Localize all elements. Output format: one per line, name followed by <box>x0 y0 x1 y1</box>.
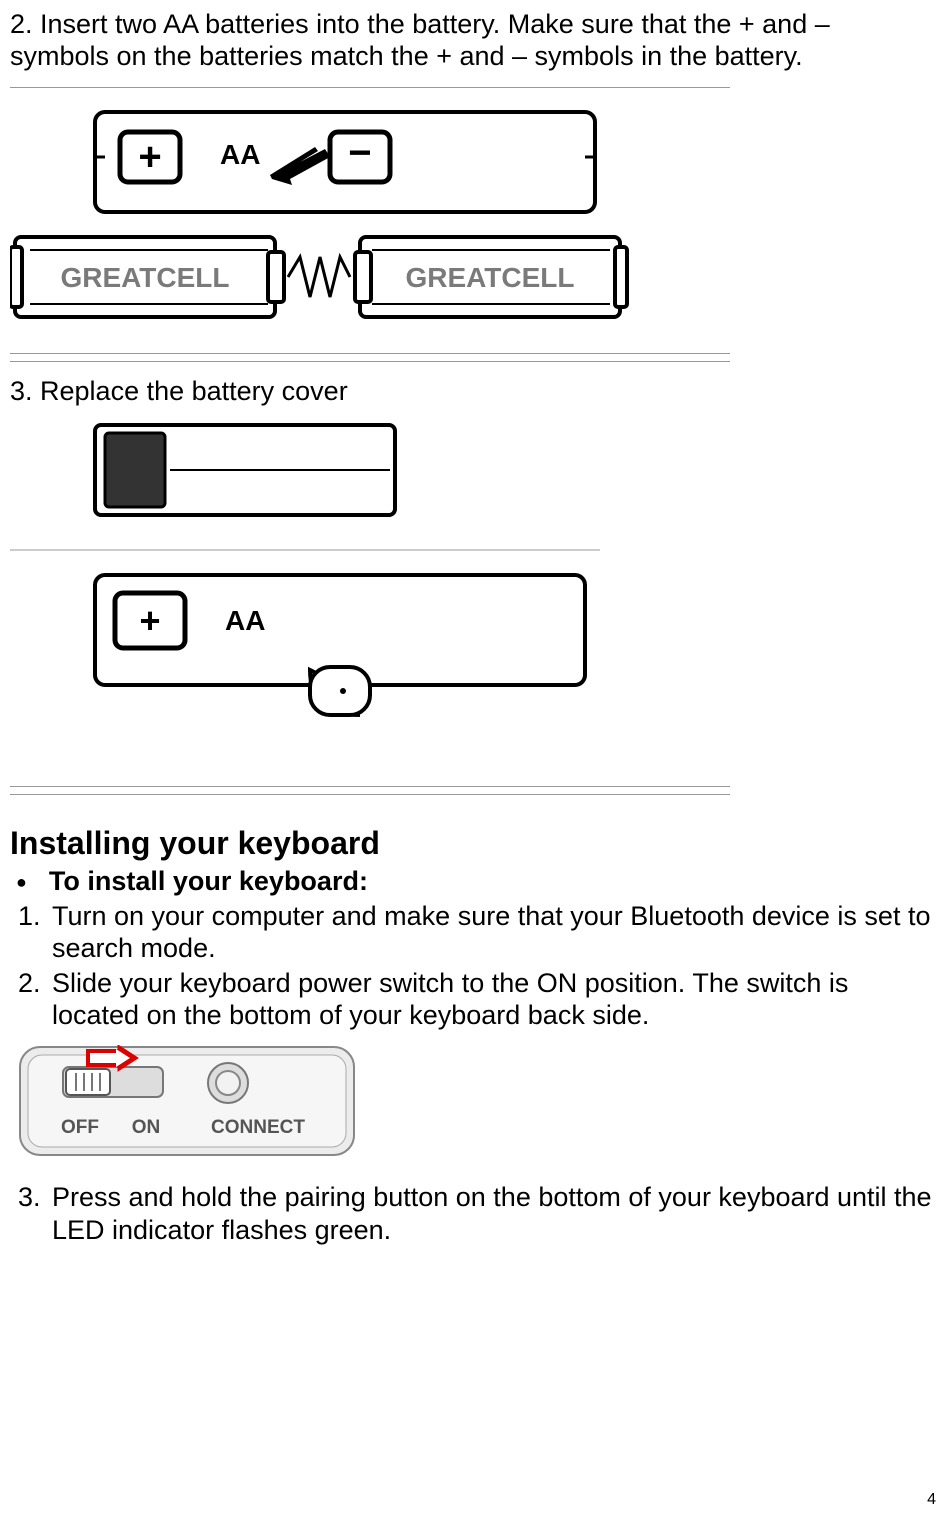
svg-text:AA: AA <box>225 605 265 636</box>
svg-text:CONNECT: CONNECT <box>211 1117 305 1138</box>
svg-text:+: + <box>138 135 161 179</box>
installing-keyboard-heading: Installing your keyboard <box>10 825 934 862</box>
svg-text:GREATCELL: GREATCELL <box>405 262 574 293</box>
svg-text:−: − <box>348 131 371 175</box>
divider <box>10 794 730 795</box>
divider <box>10 786 730 787</box>
install-step-2: Slide your keyboard power switch to the … <box>48 967 934 1032</box>
battery-insert-illustration: + AA − GREATCELL GREATCELL <box>10 102 934 339</box>
step2-instruction: 2. Insert two AA batteries into the batt… <box>10 8 934 73</box>
install-step-3: Press and hold the pairing button on the… <box>48 1181 934 1246</box>
page-number: 4 <box>927 1491 936 1509</box>
install-bullet-label: To install your keyboard: <box>49 866 368 897</box>
install-steps-list-cont: Press and hold the pairing button on the… <box>48 1181 934 1246</box>
svg-text:+: + <box>139 600 160 641</box>
divider <box>10 353 730 354</box>
power-switch-illustration: OFF ON CONNECT <box>18 1045 934 1167</box>
install-steps-list: Turn on your computer and make sure that… <box>48 900 934 1032</box>
svg-text:GREATCELL: GREATCELL <box>60 262 229 293</box>
divider <box>10 87 730 88</box>
bullet-icon: ● <box>16 866 27 898</box>
install-step-1: Turn on your computer and make sure that… <box>48 900 934 965</box>
step3-instruction: 3. Replace the battery cover <box>10 376 934 407</box>
cover-replace-illustration: + AA <box>10 415 934 772</box>
svg-text:AA: AA <box>220 139 260 170</box>
divider <box>10 361 730 362</box>
svg-text:ON: ON <box>132 1117 161 1138</box>
svg-text:OFF: OFF <box>61 1117 99 1138</box>
install-bullet-row: ● To install your keyboard: <box>16 866 934 898</box>
